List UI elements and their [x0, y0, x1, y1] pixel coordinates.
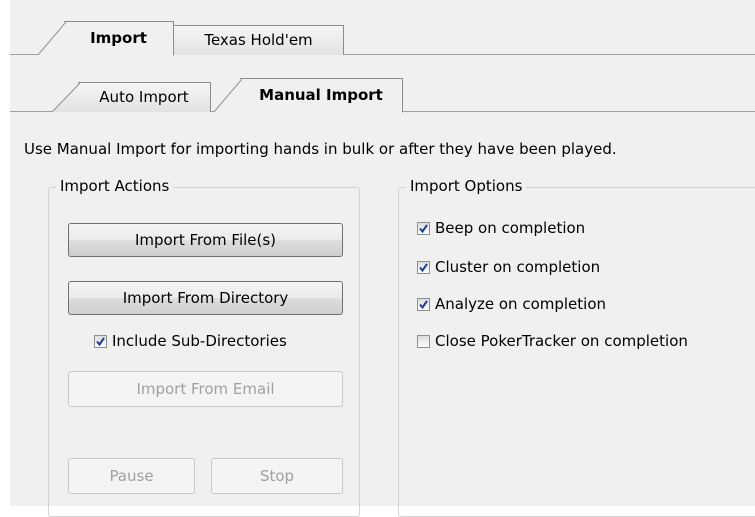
- tab-import[interactable]: Import: [38, 21, 174, 56]
- close-pokertracker-checkbox[interactable]: Close PokerTracker on completion: [417, 332, 688, 350]
- include-subdirectories-checkbox[interactable]: Include Sub-Directories: [94, 332, 287, 350]
- pause-button[interactable]: Pause: [68, 458, 195, 494]
- import-from-files-button[interactable]: Import From File(s): [68, 223, 343, 257]
- checkmark-icon: [96, 336, 105, 346]
- analyze-on-completion-label: Analyze on completion: [435, 295, 607, 313]
- import-actions-title: Import Actions: [56, 177, 174, 195]
- stop-button[interactable]: Stop: [211, 458, 343, 494]
- tab-auto-import-label: Auto Import: [99, 88, 189, 106]
- cluster-on-completion-checkbox[interactable]: Cluster on completion: [417, 258, 600, 276]
- include-subdirectories-label: Include Sub-Directories: [112, 332, 287, 350]
- sub-tab-bar: Auto Import Manual Import: [10, 77, 755, 113]
- tab-texas-holdem-label: Texas Hold'em: [204, 31, 313, 49]
- top-tab-bar: Import Texas Hold'em: [10, 20, 755, 56]
- import-options-title: Import Options: [406, 177, 527, 195]
- tab-manual-import-label: Manual Import: [259, 86, 383, 104]
- import-from-email-button[interactable]: Import From Email: [68, 371, 343, 407]
- checkbox-box[interactable]: [417, 334, 430, 348]
- analyze-on-completion-checkbox[interactable]: Analyze on completion: [417, 295, 606, 313]
- import-options-group: Import Options Beep on completion Cluste…: [398, 177, 755, 517]
- import-actions-group: Import Actions Import From File(s) Impor…: [48, 177, 360, 517]
- description-text: Use Manual Import for importing hands in…: [24, 140, 617, 158]
- checkmark-icon: [419, 299, 428, 309]
- beep-on-completion-label: Beep on completion: [435, 219, 586, 237]
- checkmark-icon: [419, 262, 428, 272]
- import-from-directory-button[interactable]: Import From Directory: [68, 281, 343, 315]
- checkbox-box[interactable]: [417, 297, 430, 311]
- tab-auto-import[interactable]: Auto Import: [52, 82, 211, 112]
- beep-on-completion-checkbox[interactable]: Beep on completion: [417, 219, 585, 237]
- close-pokertracker-label: Close PokerTracker on completion: [435, 332, 688, 350]
- checkbox-box[interactable]: [417, 221, 430, 235]
- cluster-on-completion-label: Cluster on completion: [435, 258, 601, 276]
- tab-manual-import[interactable]: Manual Import: [214, 78, 403, 113]
- import-panel: Import Texas Hold'em Auto Import Manual …: [10, 0, 755, 517]
- tab-texas-holdem[interactable]: Texas Hold'em: [173, 25, 344, 55]
- checkbox-box[interactable]: [417, 260, 430, 274]
- checkmark-icon: [419, 223, 428, 233]
- tab-import-label: Import: [90, 29, 147, 47]
- checkbox-box[interactable]: [94, 334, 107, 348]
